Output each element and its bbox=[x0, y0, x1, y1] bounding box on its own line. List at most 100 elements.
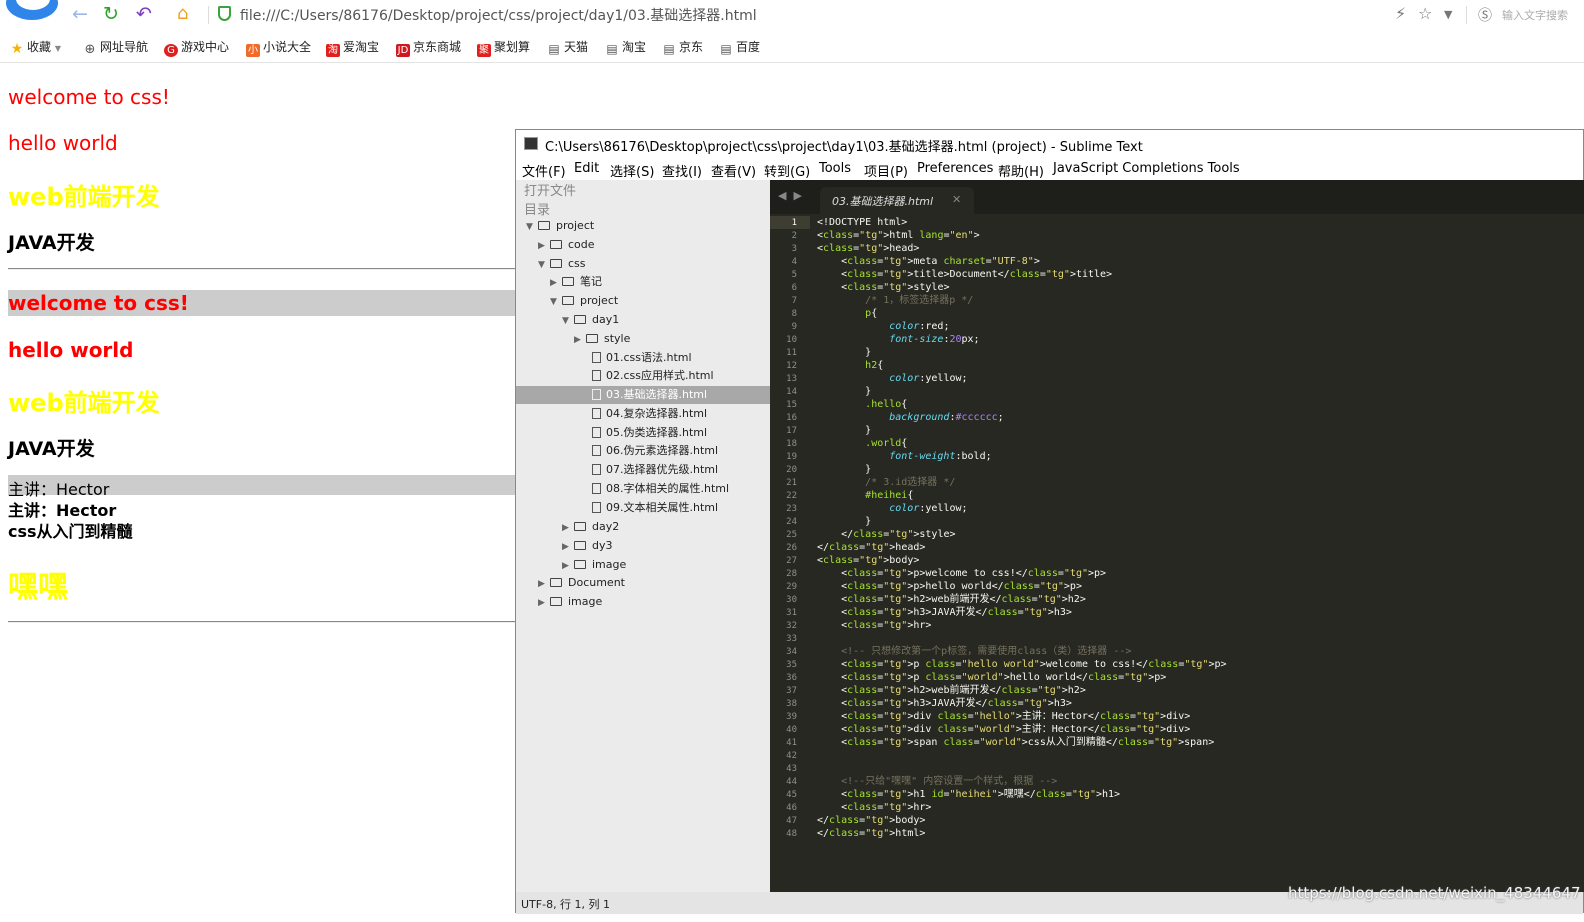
caret-down-icon: ▼ bbox=[538, 260, 545, 270]
line-number: 29 bbox=[786, 582, 797, 592]
undo-close-icon[interactable]: ↶ bbox=[136, 3, 152, 25]
folder-icon bbox=[574, 541, 586, 550]
address-bar[interactable]: file:///C:/Users/86176/Desktop/project/c… bbox=[240, 5, 757, 25]
code-line: </class="tg">head> bbox=[817, 542, 926, 553]
tree-file[interactable]: 09.文本相关属性.html bbox=[592, 499, 718, 516]
paragraph-welcome: welcome to css! bbox=[8, 85, 170, 109]
line-number: 21 bbox=[786, 478, 797, 488]
menu-help[interactable]: 帮助(H) bbox=[998, 161, 1044, 180]
refresh-icon[interactable]: ↻ bbox=[103, 3, 119, 25]
bookmark-baidu[interactable]: ▤ 百度 bbox=[719, 38, 760, 56]
tree-file[interactable]: 07.选择器优先级.html bbox=[592, 461, 718, 478]
chevron-down-icon[interactable]: ▼ bbox=[1444, 8, 1452, 21]
code-line: } bbox=[817, 464, 872, 475]
tree-file-selected[interactable]: 03.基础选择器.html bbox=[592, 386, 707, 403]
menu-file[interactable]: 文件(F) bbox=[522, 161, 566, 180]
tree-file[interactable]: 04.复杂选择器.html bbox=[592, 405, 707, 422]
line-number: 26 bbox=[786, 543, 797, 553]
tree-folder-css[interactable]: ▼ css bbox=[538, 255, 586, 272]
file-icon bbox=[592, 427, 601, 438]
file-icon bbox=[592, 445, 601, 456]
line-number: 27 bbox=[786, 556, 797, 566]
tree-folder-image-root[interactable]: ▶ image bbox=[538, 593, 602, 610]
file-icon bbox=[592, 389, 601, 400]
line-number: 31 bbox=[786, 608, 797, 618]
bookmark-nav[interactable]: ⊕ 网址导航 bbox=[83, 38, 148, 56]
tree-folder-image[interactable]: ▶ image bbox=[562, 556, 626, 573]
tree-folder-document[interactable]: ▶ Document bbox=[538, 574, 625, 591]
tree-file[interactable]: 06.伪元素选择器.html bbox=[592, 442, 718, 459]
tree-folder-dy3[interactable]: ▶ dy3 bbox=[562, 537, 613, 554]
back-arrow-icon[interactable]: ← bbox=[72, 3, 88, 25]
lightning-icon[interactable]: ⚡ bbox=[1395, 4, 1406, 23]
menu-selection[interactable]: 选择(S) bbox=[610, 161, 654, 180]
menu-view[interactable]: 查看(V) bbox=[711, 161, 756, 180]
code-line: </class="tg">html> bbox=[817, 828, 926, 839]
caret-right-icon: ▶ bbox=[538, 598, 545, 608]
line-number: 41 bbox=[786, 738, 797, 748]
bookmark-favorites[interactable]: ★ 收藏 ▼ bbox=[10, 38, 61, 56]
sublime-app-icon bbox=[524, 137, 538, 150]
bookmark-jd-mall[interactable]: JD 京东商城 bbox=[396, 38, 461, 57]
tree-file[interactable]: 01.css语法.html bbox=[592, 349, 692, 366]
code-line: h2{ bbox=[865, 360, 884, 371]
line-number: 8 bbox=[791, 309, 797, 319]
code-line: <class="tg">p>welcome to css!</class="tg… bbox=[817, 568, 1107, 579]
bookmark-tmall[interactable]: ▤ 天猫 bbox=[547, 38, 588, 56]
menu-edit[interactable]: Edit bbox=[574, 161, 599, 176]
code-line: color:yellow; bbox=[889, 373, 968, 384]
code-line: <class="tg">p class="hello world">welcom… bbox=[817, 659, 1227, 670]
tab-active-file[interactable]: 03.基础选择器.html ✕ bbox=[820, 187, 974, 214]
page-icon: ▤ bbox=[663, 42, 675, 56]
bookmark-juhuasuan[interactable]: 聚聚划算 bbox=[477, 38, 530, 57]
tree-folder-notes[interactable]: ▶ 笔记 bbox=[550, 273, 602, 290]
bookmark-novels[interactable]: 小小说大全 bbox=[246, 38, 311, 57]
tree-file[interactable]: 02.css应用样式.html bbox=[592, 367, 714, 384]
tree-folder-code[interactable]: ▶ code bbox=[538, 236, 595, 253]
tree-folder-project[interactable]: ▼ project bbox=[526, 217, 594, 234]
menu-project[interactable]: 项目(P) bbox=[864, 161, 908, 180]
file-icon bbox=[592, 370, 601, 381]
caret-down-icon: ▼ bbox=[562, 316, 569, 326]
close-icon[interactable]: ✕ bbox=[952, 193, 961, 206]
bookmark-aitaobao[interactable]: 淘爱淘宝 bbox=[326, 38, 379, 57]
code-line: <class="tg">meta charset="UTF-8"> bbox=[817, 256, 1040, 267]
home-icon[interactable]: ⌂ bbox=[177, 3, 188, 25]
tree-file[interactable]: 05.伪类选择器.html bbox=[592, 424, 707, 441]
star-favorite-icon[interactable]: ☆ bbox=[1418, 4, 1432, 23]
menu-js-completions[interactable]: JavaScript Completions Tools bbox=[1053, 161, 1240, 176]
line-number: 6 bbox=[791, 283, 797, 293]
line-number: 36 bbox=[786, 673, 797, 683]
bookmark-taobao[interactable]: ▤ 淘宝 bbox=[605, 38, 646, 56]
search-input[interactable]: 输入文字搜索 bbox=[1502, 7, 1584, 23]
folder-icon bbox=[550, 597, 562, 606]
tree-folder-day1[interactable]: ▼ day1 bbox=[562, 311, 619, 328]
menu-goto[interactable]: 转到(G) bbox=[764, 161, 810, 180]
code-line: color:red; bbox=[889, 321, 950, 332]
bookmark-jd[interactable]: ▤ 京东 bbox=[662, 38, 703, 56]
code-line: background:#cccccc; bbox=[889, 412, 1004, 423]
page-icon: ▤ bbox=[720, 42, 732, 56]
tree-file[interactable]: 08.字体相关的属性.html bbox=[592, 480, 729, 497]
tree-folder-style[interactable]: ▶ style bbox=[574, 330, 630, 347]
heading-h3: JAVA开发 bbox=[8, 232, 95, 254]
line-number: 48 bbox=[786, 829, 797, 839]
line-number: 20 bbox=[786, 465, 797, 475]
tree-folder-day2[interactable]: ▶ day2 bbox=[562, 518, 619, 535]
line-number: 38 bbox=[786, 699, 797, 709]
code-line: p{ bbox=[865, 308, 878, 319]
line-number: 4 bbox=[791, 257, 797, 267]
menu-tools[interactable]: Tools bbox=[819, 161, 851, 176]
folder-open-icon bbox=[550, 259, 562, 268]
bookmark-games[interactable]: G 游戏中心 bbox=[164, 38, 229, 57]
sublime-titlebar: C:\Users\86176\Desktop\project\css\proje… bbox=[516, 130, 1583, 158]
tab-nav-arrows-icon[interactable]: ◀ ▶ bbox=[778, 189, 802, 202]
menu-preferences[interactable]: Preferences bbox=[917, 161, 993, 176]
code-editor[interactable]: ◀ ▶ 03.基础选择器.html ✕ 1 2 3 4 5 6 7 8 9 10 11 12 13 14 1… bbox=[770, 180, 1584, 892]
tree-folder-project-inner[interactable]: ▼ project bbox=[550, 292, 618, 309]
caret-down-icon: ▼ bbox=[526, 222, 533, 232]
horizontal-rule bbox=[8, 268, 518, 270]
menu-find[interactable]: 查找(I) bbox=[662, 161, 702, 180]
taobao-icon: 淘 bbox=[326, 44, 340, 57]
globe-icon: ⊕ bbox=[84, 42, 96, 57]
